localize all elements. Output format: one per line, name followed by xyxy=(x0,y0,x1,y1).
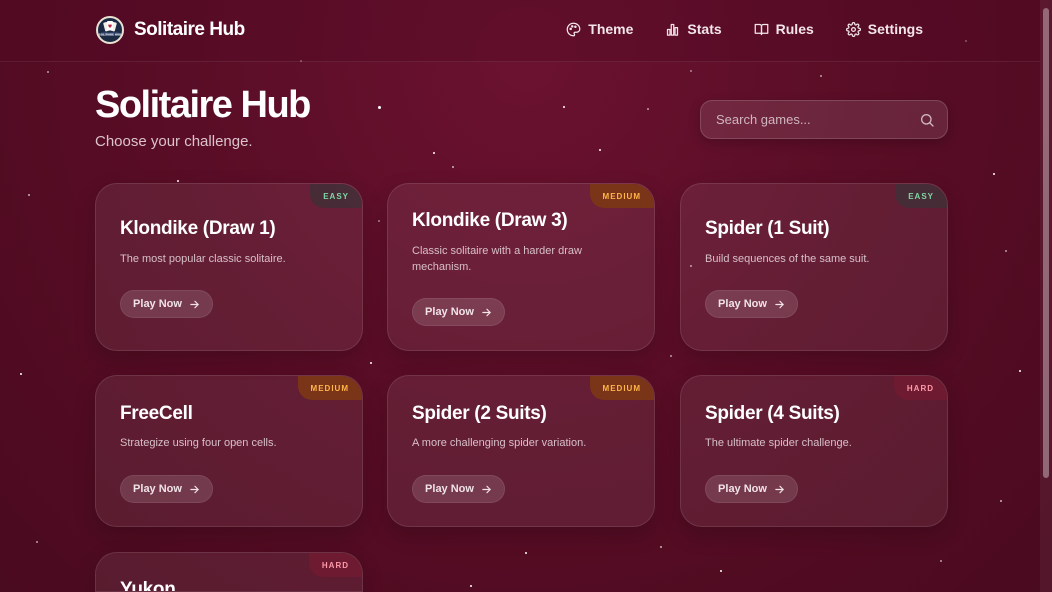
page-title: Solitaire Hub xyxy=(95,84,311,126)
difficulty-badge: MEDIUM xyxy=(297,376,362,400)
play-now-label: Play Now xyxy=(425,483,474,495)
play-now-label: Play Now xyxy=(133,298,182,310)
main-nav: Theme Stats Rules Settings xyxy=(566,21,923,37)
game-description: The most popular classic solitaire. xyxy=(120,253,286,265)
nav-settings-label: Settings xyxy=(867,21,923,37)
play-now-button[interactable]: Play Now xyxy=(705,475,798,503)
game-title: Yukon xyxy=(120,579,176,592)
game-card-yukon[interactable]: HARD Yukon xyxy=(95,552,363,592)
game-card-klondike-draw-3[interactable]: MEDIUM Klondike (Draw 3) Classic solitai… xyxy=(387,183,655,351)
page-scrollbar[interactable] xyxy=(1040,0,1052,592)
arrow-right-icon xyxy=(190,300,199,308)
game-title: Klondike (Draw 1) xyxy=(120,218,276,239)
search-box xyxy=(700,100,948,139)
search-input[interactable] xyxy=(701,101,947,138)
book-icon xyxy=(754,23,769,35)
play-now-label: Play Now xyxy=(133,483,182,495)
game-title: FreeCell xyxy=(120,403,193,424)
play-now-button[interactable]: Play Now xyxy=(120,290,213,318)
game-title: Klondike (Draw 3) xyxy=(412,210,568,231)
gear-icon xyxy=(845,21,861,37)
nav-theme[interactable]: Theme xyxy=(566,21,633,37)
svg-text:SOLITAIRE HUB: SOLITAIRE HUB xyxy=(99,32,121,36)
arrow-right-icon xyxy=(775,485,784,493)
scrollbar-thumb[interactable] xyxy=(1043,8,1049,478)
game-title: Spider (2 Suits) xyxy=(412,403,547,424)
palette-icon xyxy=(566,22,581,36)
difficulty-badge: EASY xyxy=(895,184,947,208)
play-now-button[interactable]: Play Now xyxy=(412,475,505,503)
game-description: A more challenging spider variation. xyxy=(412,437,587,449)
game-description: Strategize using four open cells. xyxy=(120,437,277,449)
search-icon[interactable] xyxy=(919,112,935,128)
nav-theme-label: Theme xyxy=(588,21,634,37)
play-now-button[interactable]: Play Now xyxy=(120,475,213,503)
game-card-spider-1-suit[interactable]: EASY Spider (1 Suit) Build sequences of … xyxy=(680,183,948,351)
play-now-button[interactable]: Play Now xyxy=(412,298,505,326)
difficulty-badge: MEDIUM xyxy=(589,376,654,400)
nav-rules-label: Rules xyxy=(775,21,814,37)
nav-settings[interactable]: Settings xyxy=(845,21,923,37)
play-now-label: Play Now xyxy=(718,298,767,310)
game-card-spider-4-suits[interactable]: HARD Spider (4 Suits) The ultimate spide… xyxy=(680,375,948,527)
game-description: Classic solitaire with a harder draw mec… xyxy=(412,245,582,273)
difficulty-badge: HARD xyxy=(308,553,362,577)
solitaire-hub-logo: ♥ SOLITAIRE HUB xyxy=(96,16,124,44)
page-subtitle: Choose your challenge. xyxy=(95,133,253,150)
arrow-right-icon xyxy=(775,300,784,308)
arrow-right-icon xyxy=(482,308,491,316)
game-description: The ultimate spider challenge. xyxy=(705,437,852,449)
play-now-label: Play Now xyxy=(718,483,767,495)
difficulty-badge: HARD xyxy=(893,376,947,400)
difficulty-badge: EASY xyxy=(310,184,362,208)
svg-text:♥: ♥ xyxy=(108,24,113,30)
nav-stats-label: Stats xyxy=(687,21,722,37)
top-navbar: ♥ SOLITAIRE HUB Solitaire Hub Theme Stat… xyxy=(0,0,1040,62)
game-title: Spider (1 Suit) xyxy=(705,218,830,239)
game-title: Spider (4 Suits) xyxy=(705,403,840,424)
difficulty-badge: MEDIUM xyxy=(589,184,654,208)
arrow-right-icon xyxy=(190,485,199,493)
brand[interactable]: ♥ SOLITAIRE HUB Solitaire Hub xyxy=(96,16,245,44)
nav-rules[interactable]: Rules xyxy=(754,21,814,37)
game-card-klondike-draw-1[interactable]: EASY Klondike (Draw 1) The most popular … xyxy=(95,183,363,351)
play-now-label: Play Now xyxy=(425,306,474,318)
bar-chart-icon xyxy=(667,23,679,36)
game-card-spider-2-suits[interactable]: MEDIUM Spider (2 Suits) A more challengi… xyxy=(387,375,655,527)
brand-name: Solitaire Hub xyxy=(134,19,245,40)
nav-stats[interactable]: Stats xyxy=(665,21,722,37)
game-description: Build sequences of the same suit. xyxy=(705,253,870,265)
play-now-button[interactable]: Play Now xyxy=(705,290,798,318)
arrow-right-icon xyxy=(482,485,491,493)
game-card-freecell[interactable]: MEDIUM FreeCell Strategize using four op… xyxy=(95,375,363,527)
